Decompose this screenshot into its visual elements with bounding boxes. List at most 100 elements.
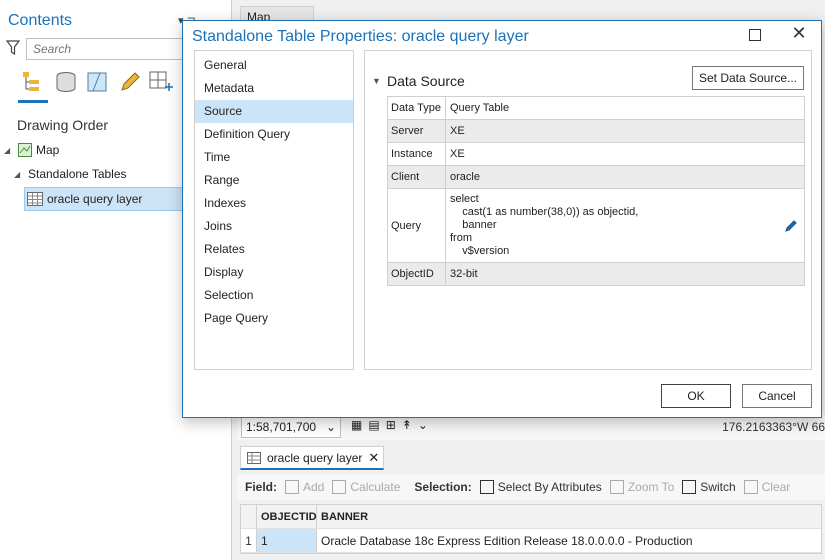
nav-item-time[interactable]: Time [195,146,353,169]
zoom-to-button[interactable]: Zoom To [609,480,675,494]
property-value: Query Table [450,102,510,114]
collapse-icon[interactable]: ◢ [4,146,14,155]
list-by-drawing-order-icon[interactable] [18,68,46,96]
nav-item-source[interactable]: Source [195,100,353,123]
add-field-button[interactable]: Add [285,480,324,494]
dialog-title: Standalone Table Properties: oracle quer… [192,28,529,45]
row-number-header [241,505,257,528]
tab-oracle-query-layer[interactable]: oracle query layer ✕ [240,446,384,470]
dotted-grid-icon[interactable]: ⊞ [386,418,396,432]
nav-item-metadata[interactable]: Metadata [195,77,353,100]
nav-item-page-query[interactable]: Page Query [195,307,353,330]
edit-query-pencil-icon[interactable] [784,219,798,233]
select-by-attributes-icon [479,480,494,494]
collapse-icon[interactable]: ◢ [14,170,24,179]
switch-selection-icon [682,480,697,494]
drawing-order-heading: Drawing Order [17,117,109,133]
table-icon [247,451,261,464]
calculate-label: Calculate [350,480,401,494]
table-row[interactable]: 1 1 Oracle Database 18c Express Edition … [241,529,821,553]
chevron-down-icon[interactable]: ▼ [372,76,382,86]
nav-item-display[interactable]: Display [195,261,353,284]
property-row-data-type: Data Type Query Table [388,97,804,120]
property-key: Client [388,166,446,188]
table-icon [27,192,43,206]
nav-item-indexes[interactable]: Indexes [195,192,353,215]
property-row-objectid: ObjectID 32-bit [388,263,804,285]
property-value: oracle [450,171,480,183]
nav-item-relates[interactable]: Relates [195,238,353,261]
contents-title: Contents [8,12,73,29]
ok-button[interactable]: OK [661,384,731,408]
zoom-to-label: Zoom To [627,480,675,494]
close-icon[interactable]: ✕ [368,450,379,466]
tree-item-label: Map [36,143,60,157]
nav-item-definition-query[interactable]: Definition Query [195,123,353,146]
table-toolbar: Field: Add Calculate Selection: Select B… [237,474,825,500]
grid-icon[interactable]: ▦ [351,418,362,432]
property-value: select cast(1 as number(38,0)) as object… [446,189,804,262]
cell-objectid[interactable]: 1 [257,529,317,552]
column-header-banner[interactable]: BANNER [317,511,821,523]
nav-item-general[interactable]: General [195,54,353,77]
tab-label: oracle query layer [267,450,363,465]
list-by-data-source-icon[interactable] [52,68,80,96]
property-row-client: Client oracle [388,166,804,189]
scale-select[interactable]: 1:58,701,700 ⌄ [241,416,341,438]
scale-value: 1:58,701,700 [246,420,317,434]
zoom-to-icon [609,480,624,494]
switch-button[interactable]: Switch [682,480,736,494]
active-tool-indicator [18,100,48,103]
maximize-button[interactable] [749,29,761,41]
cancel-button[interactable]: Cancel [742,384,812,408]
tree-item-label: Standalone Tables [28,167,127,181]
properties-nav: General Metadata Source Definition Query… [194,50,354,370]
row-number[interactable]: 1 [241,529,257,552]
cell-banner[interactable]: Oracle Database 18c Express Edition Rele… [317,534,821,548]
calculate-button[interactable]: Calculate [332,480,400,494]
clear-selection-icon [743,480,758,494]
property-key: Instance [388,143,446,165]
select-by-attributes-button[interactable]: Select By Attributes [479,480,602,494]
add-field-icon [285,480,299,494]
property-key: ObjectID [388,263,446,285]
property-key: Data Type [388,97,446,119]
property-value: XE [450,148,465,160]
tree-item-standalone-tables[interactable]: ◢ Standalone Tables [14,167,127,181]
calculate-icon [332,480,347,494]
clear-button[interactable]: Clear [743,480,791,494]
clear-label: Clear [761,480,791,494]
property-row-server: Server XE [388,120,804,143]
table-header-row: OBJECTID BANNER [241,505,821,529]
property-row-query: Query select cast(1 as number(38,0)) as … [388,189,804,263]
column-header-objectid[interactable]: OBJECTID [257,505,317,528]
query-text: select cast(1 as number(38,0)) as object… [450,193,639,257]
field-label: Field: [245,480,277,494]
set-data-source-button[interactable]: Set Data Source... [692,66,804,90]
property-value: XE [450,125,465,137]
switch-label: Switch [700,480,736,494]
nav-item-range[interactable]: Range [195,169,353,192]
map-icon [18,143,32,157]
selection-label: Selection: [414,480,472,494]
tree-item-map[interactable]: ◢ Map [4,143,59,157]
list-by-selection-icon[interactable] [84,68,112,96]
nav-item-selection[interactable]: Selection [195,284,353,307]
table-grid-icon[interactable]: ▤ [368,418,379,432]
property-value: 32-bit [450,268,478,280]
property-key: Query [388,189,446,262]
chevron-down-icon[interactable]: ⌄ [418,418,428,432]
list-by-editing-icon[interactable] [116,68,144,96]
property-key: Server [388,120,446,142]
tree-item-label: oracle query layer [47,192,143,206]
filter-icon[interactable] [6,40,20,56]
source-panel: ▼ Data Source Set Data Source... Data Ty… [364,50,812,370]
map-tools: ▦ ▤ ⊞ ↟ ⌄ [351,418,428,432]
chevron-down-icon: ⌄ [325,420,336,434]
nav-item-joins[interactable]: Joins [195,215,353,238]
property-row-instance: Instance XE [388,143,804,166]
section-header-data-source[interactable]: ▼ Data Source [372,73,465,89]
list-by-snapping-icon[interactable] [146,68,174,96]
close-button[interactable]: ✕ [787,23,811,44]
north-arrow-icon[interactable]: ↟ [402,418,412,432]
